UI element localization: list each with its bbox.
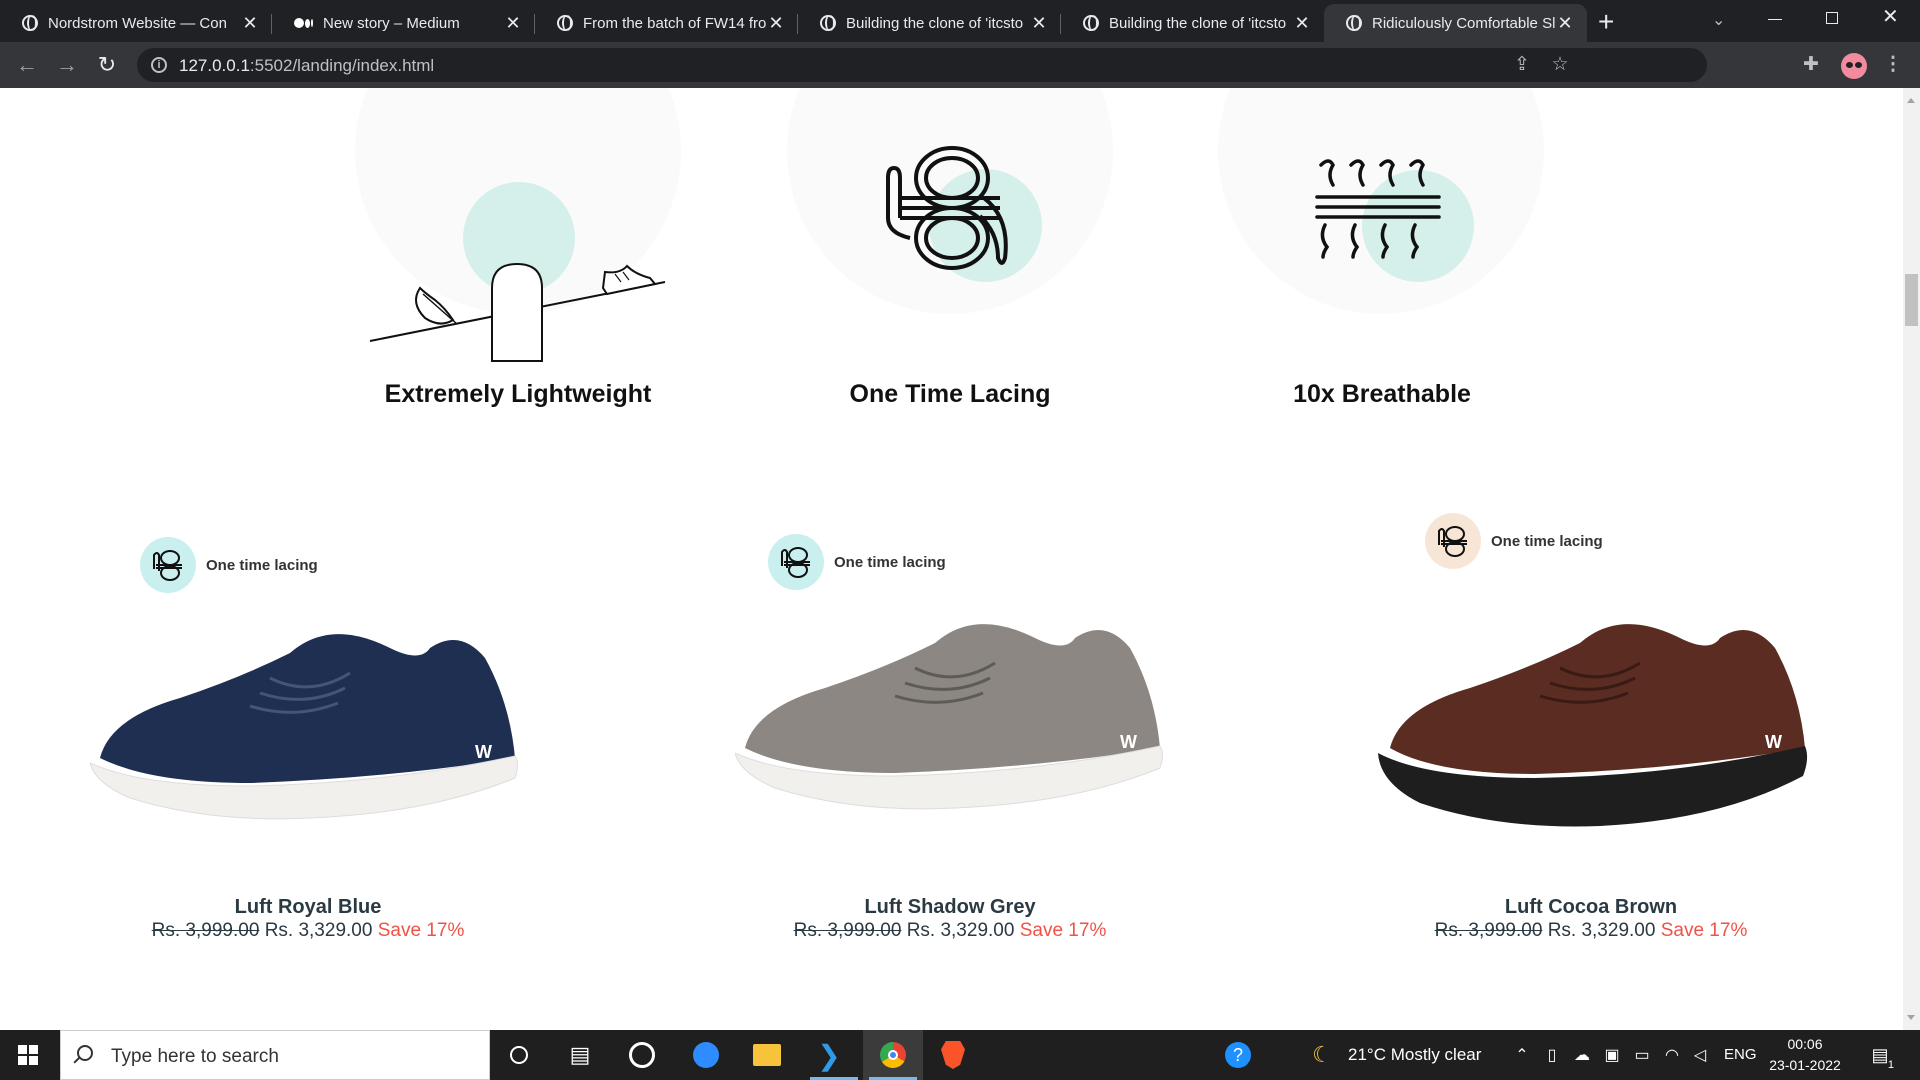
tab-title: Nordstrom Website — Con <box>48 14 227 32</box>
close-icon[interactable]: ✕ <box>503 13 523 34</box>
reload-button[interactable]: ↻ <box>93 51 121 79</box>
svg-text:W: W <box>1120 732 1137 752</box>
knot-icon <box>140 537 196 593</box>
restore-button[interactable] <box>1826 12 1838 24</box>
product-price: Rs. 3,999.00 Rs. 3,329.00 Save 17% <box>1434 920 1748 941</box>
knot-icon <box>886 146 1008 270</box>
file-explorer-icon[interactable] <box>751 1039 783 1071</box>
lacing-badge: One time lacing <box>768 534 946 590</box>
url-text: 127.0.0.1:5502/landing/index.html <box>179 56 435 75</box>
shoe-image[interactable]: W <box>90 608 530 838</box>
lacing-badge: One time lacing <box>140 537 318 593</box>
tab-medium[interactable]: New story – Medium ✕ <box>272 4 535 42</box>
new-tab-button[interactable]: + <box>1598 6 1614 38</box>
seesaw-feather-icon <box>369 262 666 362</box>
page-scrollbar[interactable] <box>1903 88 1920 1030</box>
profile-avatar[interactable] <box>1841 53 1867 79</box>
menu-kebab-icon[interactable]: ⋮ <box>1882 54 1904 76</box>
close-icon[interactable]: ✕ <box>240 13 260 34</box>
minimize-button[interactable] <box>1768 19 1782 20</box>
windows-taskbar: Type here to search ▤ ❯ ? ☾ 21°C Mostly … <box>0 1030 1920 1080</box>
tab-search-icon[interactable]: ⌄ <box>1712 10 1725 30</box>
lacing-badge: One time lacing <box>1425 513 1603 569</box>
browser-toolbar: ← → ↻ i 127.0.0.1:5502/landing/index.htm… <box>0 42 1920 88</box>
globe-icon <box>1083 15 1099 31</box>
extensions-puzzle-icon[interactable]: ✚ <box>1800 54 1822 76</box>
globe-icon <box>1346 15 1362 31</box>
product-name[interactable]: Luft Cocoa Brown <box>1505 896 1677 919</box>
search-icon <box>77 1045 93 1061</box>
tab-clone-2[interactable]: Building the clone of 'itcsto ✕ <box>1061 4 1324 42</box>
close-icon[interactable]: ✕ <box>1555 13 1575 34</box>
tab-title: Building the clone of 'itcsto <box>846 14 1024 32</box>
close-icon[interactable]: ✕ <box>766 13 786 34</box>
knot-icon <box>768 534 824 590</box>
volume-icon[interactable]: ◁ <box>1684 1039 1716 1071</box>
taskbar-search-input[interactable]: Type here to search <box>60 1030 490 1080</box>
knot-icon <box>1425 513 1481 569</box>
language-indicator[interactable]: ENG <box>1724 1046 1757 1063</box>
onedrive-cloud-icon[interactable]: ☁ <box>1566 1039 1598 1071</box>
tab-active-comfortable[interactable]: Ridiculously Comfortable Sl ✕ <box>1324 4 1587 42</box>
feature-title: One Time Lacing <box>849 380 1051 408</box>
zoom-icon[interactable] <box>690 1039 722 1071</box>
chrome-icon[interactable] <box>877 1039 909 1071</box>
svg-text:W: W <box>475 742 492 762</box>
shoe-image[interactable]: W <box>735 598 1175 828</box>
back-button[interactable]: ← <box>13 51 41 79</box>
brave-icon[interactable] <box>937 1039 969 1071</box>
globe-icon <box>557 15 573 31</box>
tab-strip: Nordstrom Website — Con ✕ New story – Me… <box>0 0 1920 42</box>
svg-text:W: W <box>1765 732 1782 752</box>
help-icon[interactable]: ? <box>1222 1039 1254 1071</box>
shoe-image[interactable]: W <box>1375 598 1815 838</box>
task-view-icon[interactable]: ▤ <box>564 1039 596 1071</box>
forward-button[interactable]: → <box>53 51 81 79</box>
page-viewport: Extremely Lightweight One Time Lacing 10… <box>0 88 1903 1030</box>
app-circle-icon[interactable] <box>626 1039 658 1071</box>
feature-title: 10x Breathable <box>1293 380 1471 408</box>
tab-title: Building the clone of 'itcsto <box>1109 14 1287 32</box>
tab-fw14[interactable]: From the batch of FW14 fro ✕ <box>535 4 798 42</box>
feature-title: Extremely Lightweight <box>384 380 652 408</box>
clock[interactable]: 00:06 23-01-2022 <box>1760 1034 1850 1076</box>
close-icon[interactable]: ✕ <box>1292 13 1312 34</box>
bookmark-star-icon[interactable]: ☆ <box>1549 54 1571 76</box>
chevron-up-icon[interactable]: ⌃ <box>1506 1039 1538 1071</box>
globe-icon <box>820 15 836 31</box>
medium-icon <box>294 18 313 28</box>
scrollbar-thumb[interactable] <box>1905 274 1918 326</box>
product-price: Rs. 3,999.00 Rs. 3,329.00 Save 17% <box>793 920 1107 941</box>
product-price: Rs. 3,999.00 Rs. 3,329.00 Save 17% <box>151 920 465 941</box>
notification-icon[interactable]: ▤ 1 <box>1864 1039 1896 1072</box>
display-icon[interactable]: ▣ <box>1596 1039 1628 1071</box>
tab-clone-1[interactable]: Building the clone of 'itcsto ✕ <box>798 4 1061 42</box>
info-icon[interactable]: i <box>151 57 167 73</box>
cortana-icon[interactable] <box>503 1039 535 1071</box>
share-icon[interactable]: ⇪ <box>1511 54 1533 76</box>
scroll-up-arrow[interactable] <box>1907 98 1915 103</box>
address-bar[interactable]: i 127.0.0.1:5502/landing/index.html ⇪ ☆ <box>137 48 1707 82</box>
tab-title: From the batch of FW14 fro <box>583 14 766 32</box>
scroll-down-arrow[interactable] <box>1907 1015 1915 1020</box>
globe-icon <box>22 15 38 31</box>
tab-title: Ridiculously Comfortable Sl <box>1372 14 1555 32</box>
close-window-button[interactable]: ✕ <box>1882 4 1899 29</box>
tab-nordstrom[interactable]: Nordstrom Website — Con ✕ <box>0 4 272 42</box>
weather-text[interactable]: 21°C Mostly clear <box>1348 1045 1481 1065</box>
windows-start-icon[interactable] <box>18 1045 38 1065</box>
product-name[interactable]: Luft Shadow Grey <box>864 896 1035 919</box>
meet-now-icon[interactable]: ▯ <box>1536 1039 1568 1071</box>
tab-title: New story – Medium <box>323 14 460 32</box>
product-name[interactable]: Luft Royal Blue <box>235 896 382 919</box>
close-icon[interactable]: ✕ <box>1029 13 1049 34</box>
vscode-icon[interactable]: ❯ <box>813 1039 845 1071</box>
battery-icon[interactable]: ▭ <box>1626 1039 1658 1071</box>
breathable-mesh-icon <box>1315 159 1441 259</box>
weather-moon-icon: ☾ <box>1312 1042 1332 1067</box>
